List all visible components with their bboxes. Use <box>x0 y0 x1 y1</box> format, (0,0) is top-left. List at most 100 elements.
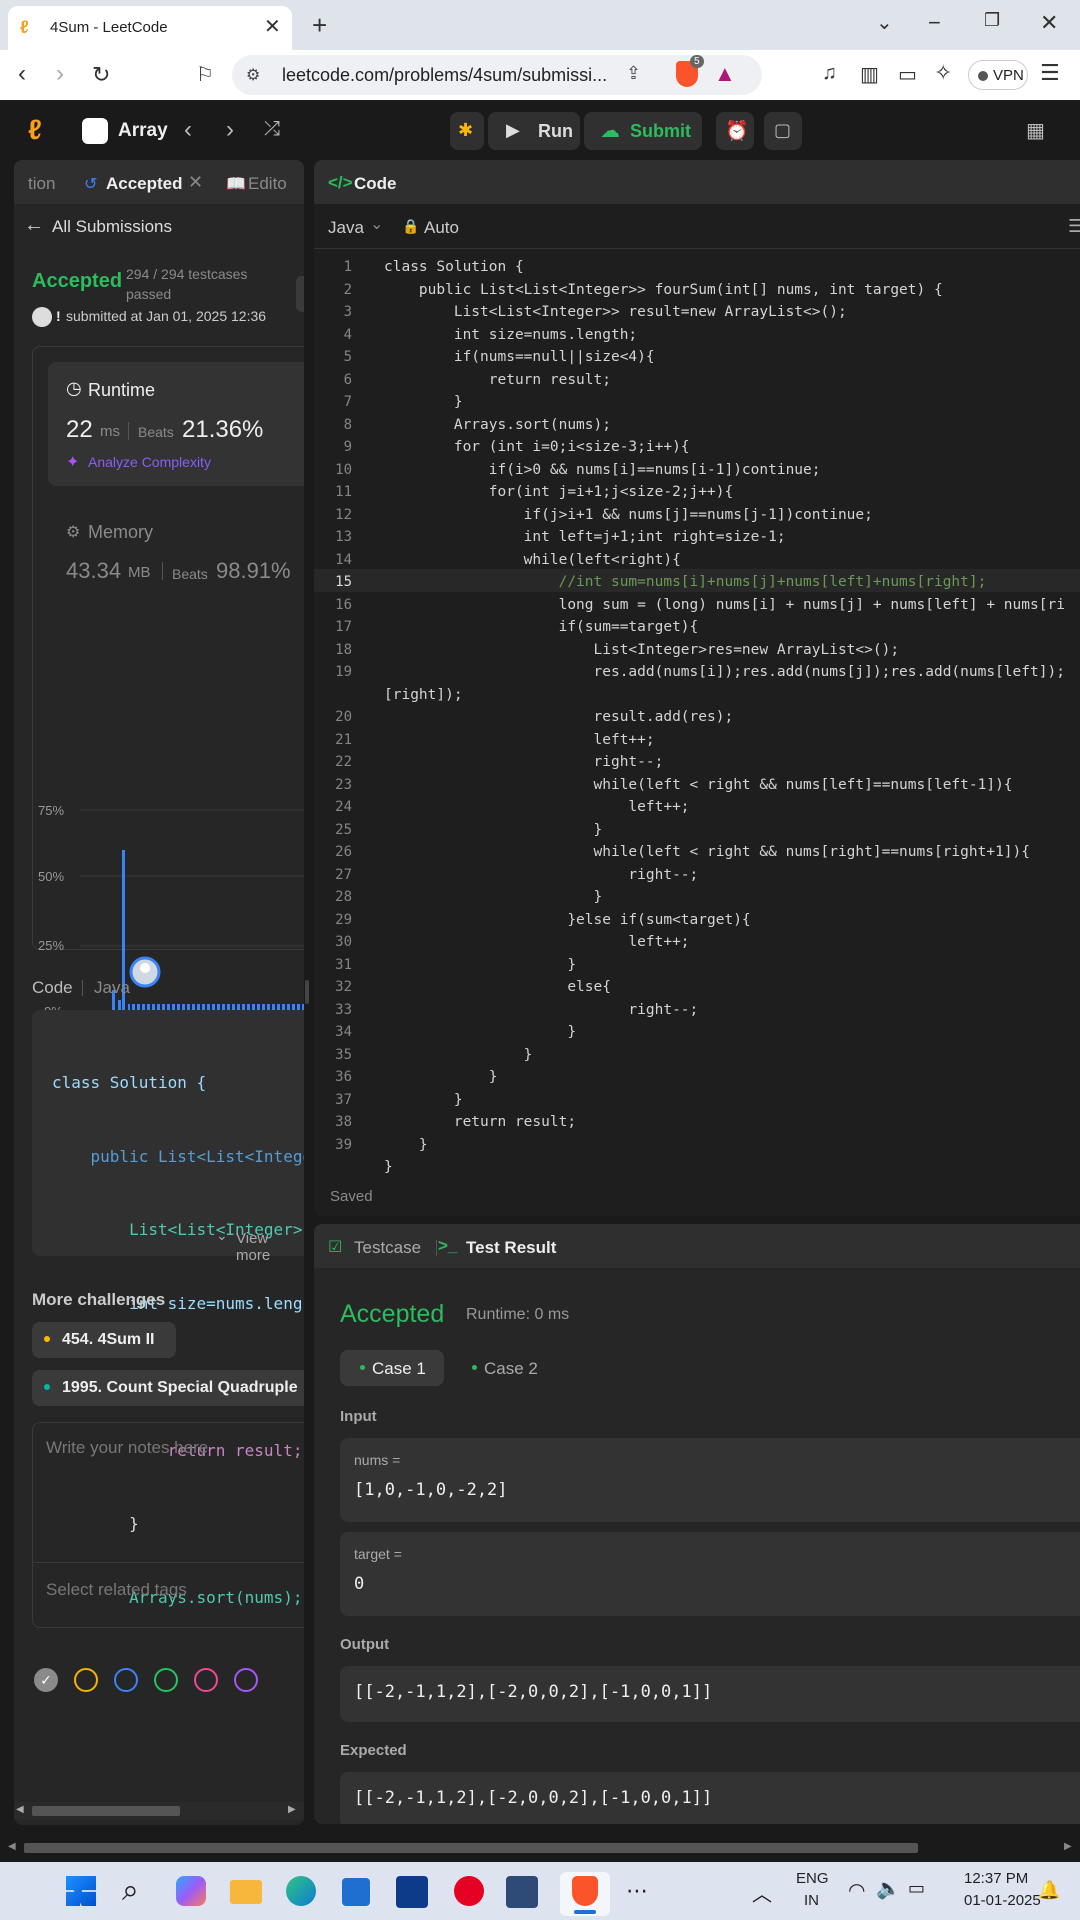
language-indicator-bottom[interactable]: IN <box>804 1892 819 1909</box>
line-number: 23 <box>335 776 352 793</box>
tab-editorial[interactable]: Edito <box>248 174 287 194</box>
submission-status: Accepted <box>32 270 123 292</box>
minimize-icon[interactable]: − <box>928 10 941 36</box>
media-icon[interactable]: ♫ <box>822 62 837 85</box>
challenge-chip-4sum-ii[interactable]: 454. 4Sum II <box>32 1322 176 1358</box>
mode-label[interactable]: Auto <box>424 218 459 238</box>
address-bar[interactable]: ⚙ leetcode.com/problems/4sum/submissi...… <box>232 55 762 95</box>
target-label: target = <box>354 1546 402 1562</box>
note-color-swatch[interactable] <box>154 1668 178 1692</box>
view-more-button[interactable]: View more <box>236 1230 304 1264</box>
line-number: 7 <box>343 394 352 410</box>
submit-button[interactable]: ☁ Submit <box>584 112 702 150</box>
case-2-tab[interactable]: Case 2 <box>456 1350 560 1386</box>
browser-tab[interactable]: ℓ 4Sum - LeetCode ✕ <box>8 6 292 50</box>
notes-button[interactable]: ▢ <box>764 112 802 150</box>
problem-list-title[interactable]: Array <box>118 120 168 142</box>
back-arrow-icon[interactable]: ← <box>24 214 44 237</box>
line-number: 19 <box>335 664 352 680</box>
page-scrollbar[interactable]: ◀ ▶ <box>0 1838 1080 1858</box>
forward-icon[interactable]: › <box>56 60 64 88</box>
scroll-right-icon[interactable]: ▶ <box>288 1804 296 1815</box>
pinterest-icon[interactable] <box>454 1876 484 1906</box>
debug-button[interactable]: ✱ <box>450 112 484 150</box>
tab-test-result[interactable]: Test Result <box>466 1238 556 1258</box>
bookmark-icon[interactable]: ⚐ <box>196 62 214 87</box>
view-more-chevron-icon: ⌄ <box>216 1227 228 1243</box>
code-area[interactable]: class Solution { public List<List<Intege… <box>384 256 1080 1176</box>
leo-ai-icon[interactable]: ✧ <box>934 60 952 86</box>
copilot-icon[interactable] <box>176 1876 206 1906</box>
layout-icon[interactable]: ▦ <box>1026 118 1045 143</box>
code-line: } <box>384 394 463 410</box>
site-info-icon[interactable]: ⚙ <box>246 65 260 85</box>
language-indicator-top[interactable]: ENG <box>796 1870 829 1887</box>
editor-menu-icon[interactable]: ☰ <box>1068 216 1080 237</box>
page-scroll-right-icon[interactable]: ▶ <box>1064 1841 1072 1852</box>
clock-time[interactable]: 12:37 PM <box>964 1870 1028 1887</box>
brave-rewards-icon[interactable]: ▲ <box>714 61 736 87</box>
vpn-button[interactable]: VPN <box>968 60 1028 90</box>
sidebar-icon[interactable]: ▥ <box>860 62 879 87</box>
timer-button[interactable]: ⏰ <box>716 112 754 150</box>
avatar[interactable] <box>32 307 52 327</box>
tags-select[interactable]: Select related tags <box>46 1580 187 1600</box>
file-explorer-icon[interactable] <box>230 1880 262 1904</box>
new-tab-icon[interactable]: + <box>312 10 327 41</box>
tab-search-chevron-icon[interactable]: ⌄ <box>876 10 893 35</box>
analyze-complexity-link[interactable]: Analyze Complexity <box>88 454 211 470</box>
close-tab-icon[interactable]: ✕ <box>264 14 281 39</box>
search-icon[interactable]: ⌕ <box>122 1874 139 1908</box>
note-color-selected[interactable]: ✓ <box>34 1668 58 1692</box>
volume-icon[interactable]: 🔈 <box>876 1876 901 1901</box>
line-number: 24 <box>335 799 352 815</box>
more-apps-icon[interactable]: ⋯ <box>626 1878 648 1904</box>
clock-date[interactable]: 01-01-2025 <box>964 1892 1041 1909</box>
note-color-swatch[interactable] <box>234 1668 258 1692</box>
memory-title[interactable]: Memory <box>88 522 153 543</box>
page-scroll-left-icon[interactable]: ◀ <box>8 1841 16 1852</box>
panel-resize-handle[interactable] <box>305 980 309 1004</box>
restore-icon[interactable]: ❐ <box>984 10 1000 31</box>
edge-icon[interactable] <box>286 1876 316 1906</box>
tab-testcase[interactable]: Testcase <box>354 1238 421 1258</box>
menu-icon[interactable]: ☰ <box>1040 60 1060 86</box>
tab-description-partial[interactable]: tion <box>28 174 55 194</box>
tab-accepted[interactable]: Accepted <box>106 174 183 194</box>
challenge-chip-count-quadruplets[interactable]: 1995. Count Special Quadruple <box>32 1370 304 1406</box>
shuffle-icon[interactable]: ⤮ <box>264 118 280 141</box>
vscode-icon[interactable] <box>506 1876 538 1908</box>
prev-problem-icon[interactable]: ‹ <box>184 116 192 144</box>
page-scroll-thumb[interactable] <box>24 1843 918 1853</box>
submitter-name[interactable]: ! <box>56 308 61 324</box>
reload-icon[interactable]: ↻ <box>92 62 110 88</box>
store-icon[interactable] <box>342 1878 370 1906</box>
share-icon[interactable]: ⇪ <box>626 63 641 84</box>
close-accepted-tab-icon[interactable]: ✕ <box>188 172 203 193</box>
tray-chevron-icon[interactable]: ︿ <box>752 1878 772 1907</box>
next-problem-icon[interactable]: › <box>226 116 234 144</box>
submission-menu-button[interactable] <box>296 276 304 312</box>
back-icon[interactable]: ‹ <box>18 60 26 88</box>
window-close-icon[interactable]: ✕ <box>1040 10 1058 36</box>
note-color-swatch[interactable] <box>194 1668 218 1692</box>
dell-icon[interactable] <box>396 1876 428 1908</box>
left-panel-scrollbar[interactable]: ◀ ▶ <box>14 1802 304 1820</box>
language-chevron-icon[interactable]: ⌄ <box>370 214 383 234</box>
language-select[interactable]: Java <box>328 218 364 238</box>
wallet-icon[interactable]: ▭ <box>898 62 917 87</box>
scroll-thumb[interactable] <box>32 1806 180 1816</box>
scroll-left-icon[interactable]: ◀ <box>16 1804 24 1815</box>
notification-bell-icon[interactable]: 🔔 <box>1038 1880 1060 1901</box>
all-submissions-link[interactable]: All Submissions <box>52 217 172 237</box>
run-button[interactable]: ▶ Run <box>488 112 580 150</box>
notes-input[interactable]: Write your notes here <box>46 1438 208 1458</box>
note-color-swatch[interactable] <box>114 1668 138 1692</box>
wifi-icon[interactable]: ◠ <box>848 1878 865 1903</box>
note-color-swatch[interactable] <box>74 1668 98 1692</box>
case-1-tab[interactable]: Case 1 <box>340 1350 444 1386</box>
problem-list-icon[interactable] <box>82 118 108 144</box>
editor-tab-code[interactable]: Code <box>354 174 397 194</box>
leetcode-logo-icon[interactable]: ℓ <box>28 114 42 146</box>
battery-icon[interactable]: ▭ <box>908 1878 925 1899</box>
